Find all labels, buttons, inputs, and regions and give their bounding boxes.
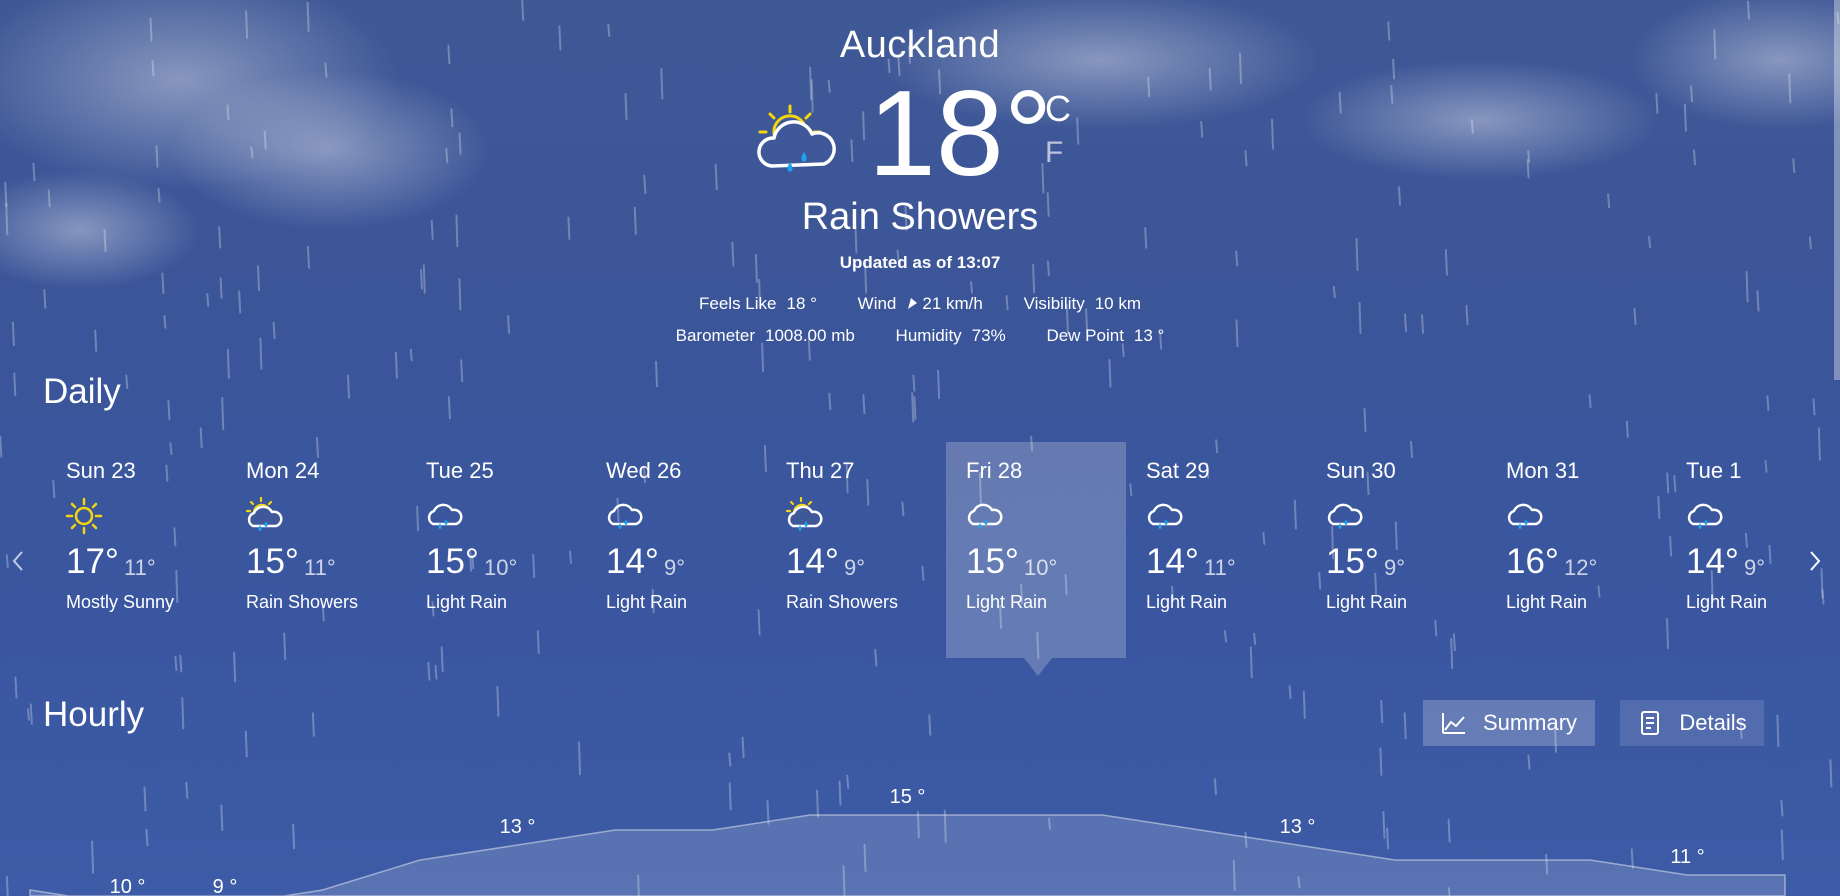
day-high: 14° <box>1686 542 1739 581</box>
sun-cloud-rain-icon <box>784 496 824 536</box>
day-condition: Light Rain <box>966 592 1048 612</box>
chevron-left-icon[interactable] <box>8 546 28 576</box>
cloud-rain-icon <box>1684 496 1724 536</box>
sun-icon <box>64 496 104 536</box>
day-condition: Light Rain <box>1686 592 1768 612</box>
day-name: Tue 1 <box>1686 458 1742 483</box>
hourly-temp-label: 13 ° <box>500 816 536 838</box>
hourly-temp-label: 15 ° <box>890 786 926 808</box>
day-card[interactable]: Mon 31 16° 12° Light Rain <box>1486 442 1666 658</box>
day-low: 9° <box>844 555 866 580</box>
day-card[interactable]: Sun 30 15° 9° Light Rain <box>1306 442 1486 658</box>
sun-cloud-rain-icon <box>757 104 836 172</box>
hourly-temperature-chart: 10 ° 9 ° 13 ° 15 ° 13 ° 11 ° <box>29 786 1786 896</box>
day-condition: Rain Showers <box>246 592 359 612</box>
day-name: Sun 30 <box>1326 458 1396 483</box>
feels-like: Feels Like 18 ° <box>699 294 817 313</box>
day-condition: Mostly Sunny <box>66 592 175 612</box>
details-label: Details <box>1679 710 1747 735</box>
day-name: Mon 24 <box>246 458 320 483</box>
hourly-temp-label: 9 ° <box>213 876 238 896</box>
city-name: Auckland <box>839 24 1001 66</box>
day-name: Tue 25 <box>426 458 494 483</box>
day-card-selected[interactable]: Fri 28 15° 10° Light Rain <box>946 442 1126 676</box>
humidity: Humidity 73% <box>895 326 1006 345</box>
hourly-heading: Hourly <box>43 695 145 734</box>
summary-label: Summary <box>1482 710 1578 735</box>
day-name: Wed 26 <box>606 458 682 483</box>
day-card[interactable]: Thu 27 14° 9° Rain Showers <box>766 442 946 658</box>
day-high: 15° <box>246 542 299 581</box>
day-card[interactable]: Tue 25 15° 10° Light Rain <box>406 442 586 658</box>
day-low: 12° <box>1564 555 1598 580</box>
day-low: 11° <box>304 555 336 580</box>
unit-celsius-toggle[interactable]: C <box>1045 88 1071 130</box>
day-low: 11° <box>1204 555 1236 580</box>
summary-button[interactable]: Summary <box>1423 700 1595 746</box>
sun-cloud-rain-icon <box>244 496 284 536</box>
stats-row-1: Feels Like 18 ° Wind 21 km/h Visibility 10 … <box>0 294 1840 314</box>
day-high: 14° <box>786 542 839 581</box>
day-name: Sun 23 <box>66 458 136 483</box>
cloud-rain-icon <box>964 496 1004 536</box>
day-low: 9° <box>1384 555 1406 580</box>
day-card[interactable]: Tue 1 14° 9° Light Rain <box>1666 442 1840 658</box>
details-button[interactable]: Details <box>1620 700 1764 746</box>
day-condition: Rain Showers <box>786 592 899 612</box>
day-high: 15° <box>1326 542 1379 581</box>
cloud-rain-icon <box>1144 496 1184 536</box>
day-condition: Light Rain <box>426 592 508 612</box>
day-condition: Light Rain <box>1326 592 1408 612</box>
hourly-temp-label: 13 ° <box>1280 816 1316 838</box>
day-name: Mon 31 <box>1506 458 1580 483</box>
cloud-rain-icon <box>1504 496 1544 536</box>
day-card[interactable]: Sat 29 14° 11° Light Rain <box>1126 442 1306 658</box>
hourly-temp-label: 11 ° <box>1670 846 1704 868</box>
day-high: 15° <box>426 542 479 581</box>
day-name: Thu 27 <box>786 458 855 483</box>
wind: Wind 21 km/h <box>857 294 983 313</box>
selection-pointer <box>1024 658 1052 676</box>
visibility: Visibility 10 km <box>1023 294 1141 313</box>
daily-heading: Daily <box>43 372 121 411</box>
day-name: Sat 29 <box>1146 458 1210 483</box>
hourly-temp-label: 10 ° <box>110 876 146 896</box>
day-high: 16° <box>1506 542 1559 581</box>
hourly-temperature-area <box>29 814 1786 896</box>
list-details-icon <box>1641 711 1660 735</box>
unit-fahrenheit-toggle[interactable]: F <box>1045 136 1063 170</box>
day-low: 10° <box>1024 555 1058 580</box>
chart-line-icon <box>1441 713 1465 734</box>
current-condition: Rain Showers <box>801 196 1039 238</box>
cloud-rain-icon <box>1324 496 1364 536</box>
stats-row-2: Barometer 1008.00 mb Humidity 73% Dew Poin… <box>0 326 1840 346</box>
day-low: 10° <box>484 555 518 580</box>
day-condition: Light Rain <box>606 592 688 612</box>
barometer: Barometer 1008.00 mb <box>675 326 855 345</box>
day-high: 17° <box>66 542 119 581</box>
day-low: 9° <box>1744 555 1766 580</box>
day-low: 9° <box>664 555 686 580</box>
day-card[interactable]: Wed 26 14° 9° Light Rain <box>586 442 766 658</box>
wind-direction-icon <box>908 298 918 309</box>
day-low: 11° <box>124 555 156 580</box>
current-temperature: 18° <box>868 65 1053 201</box>
day-condition: Light Rain <box>1146 592 1228 612</box>
day-card[interactable]: Sun 23 17° 11° Mostly Sunny <box>46 442 226 658</box>
updated-time: Updated as of 13:07 <box>839 253 1001 272</box>
cloud-rain-icon <box>424 496 464 536</box>
day-high: 14° <box>1146 542 1199 581</box>
day-high: 14° <box>606 542 659 581</box>
cloud-rain-icon <box>604 496 644 536</box>
day-high: 15° <box>966 542 1019 581</box>
day-name: Fri 28 <box>966 458 1023 483</box>
day-card[interactable]: Mon 24 15° 11° Rain Showers <box>226 442 406 658</box>
dew-point: Dew Point 13 ° <box>1046 326 1165 345</box>
day-condition: Light Rain <box>1506 592 1588 612</box>
